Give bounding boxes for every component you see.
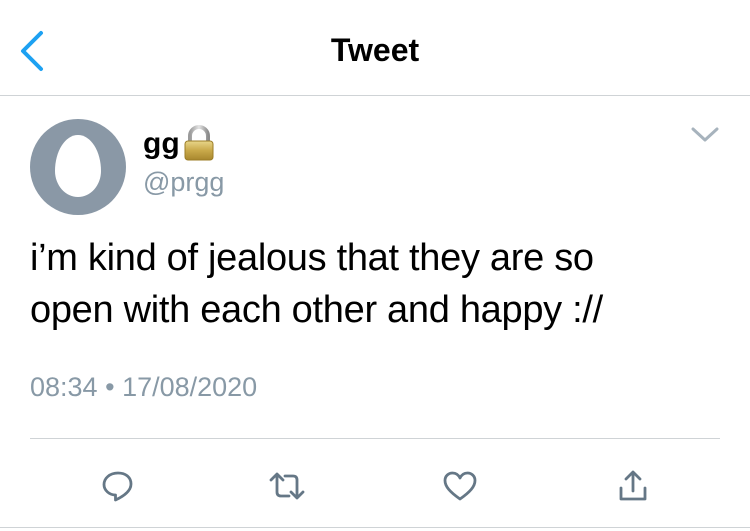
share-button[interactable]	[611, 464, 655, 508]
author-handle[interactable]: @prgg	[143, 167, 224, 198]
author-display-name[interactable]: gg	[143, 127, 180, 161]
tweet-menu-button[interactable]	[683, 115, 727, 155]
chevron-down-icon	[690, 126, 720, 144]
bottom-divider	[0, 527, 750, 528]
timestamp-separator: •	[105, 372, 115, 402]
heart-icon	[442, 469, 478, 503]
share-icon	[616, 468, 650, 504]
avatar[interactable]	[30, 119, 126, 215]
divider	[30, 438, 720, 439]
reply-button[interactable]	[96, 464, 140, 508]
tweet-date: 17/08/2020	[122, 372, 258, 402]
default-egg-icon	[55, 135, 101, 197]
tweet-text-line: i’m kind of jealous that they are so	[30, 237, 594, 279]
reply-icon	[100, 468, 136, 504]
tweet-time: 08:34	[30, 372, 98, 402]
retweet-button[interactable]	[265, 464, 309, 508]
page-title: Tweet	[330, 32, 420, 68]
tweet-text: i’m kind of jealous that they are so ope…	[30, 232, 730, 336]
like-button[interactable]	[438, 464, 482, 508]
retweet-icon	[268, 468, 306, 504]
lock-icon	[180, 124, 218, 162]
navigation-bar: Tweet	[0, 0, 750, 96]
tweet-timestamp[interactable]: 08:34 • 17/08/2020	[30, 372, 257, 403]
tweet-text-line: open with each other and happy ://	[30, 289, 603, 331]
